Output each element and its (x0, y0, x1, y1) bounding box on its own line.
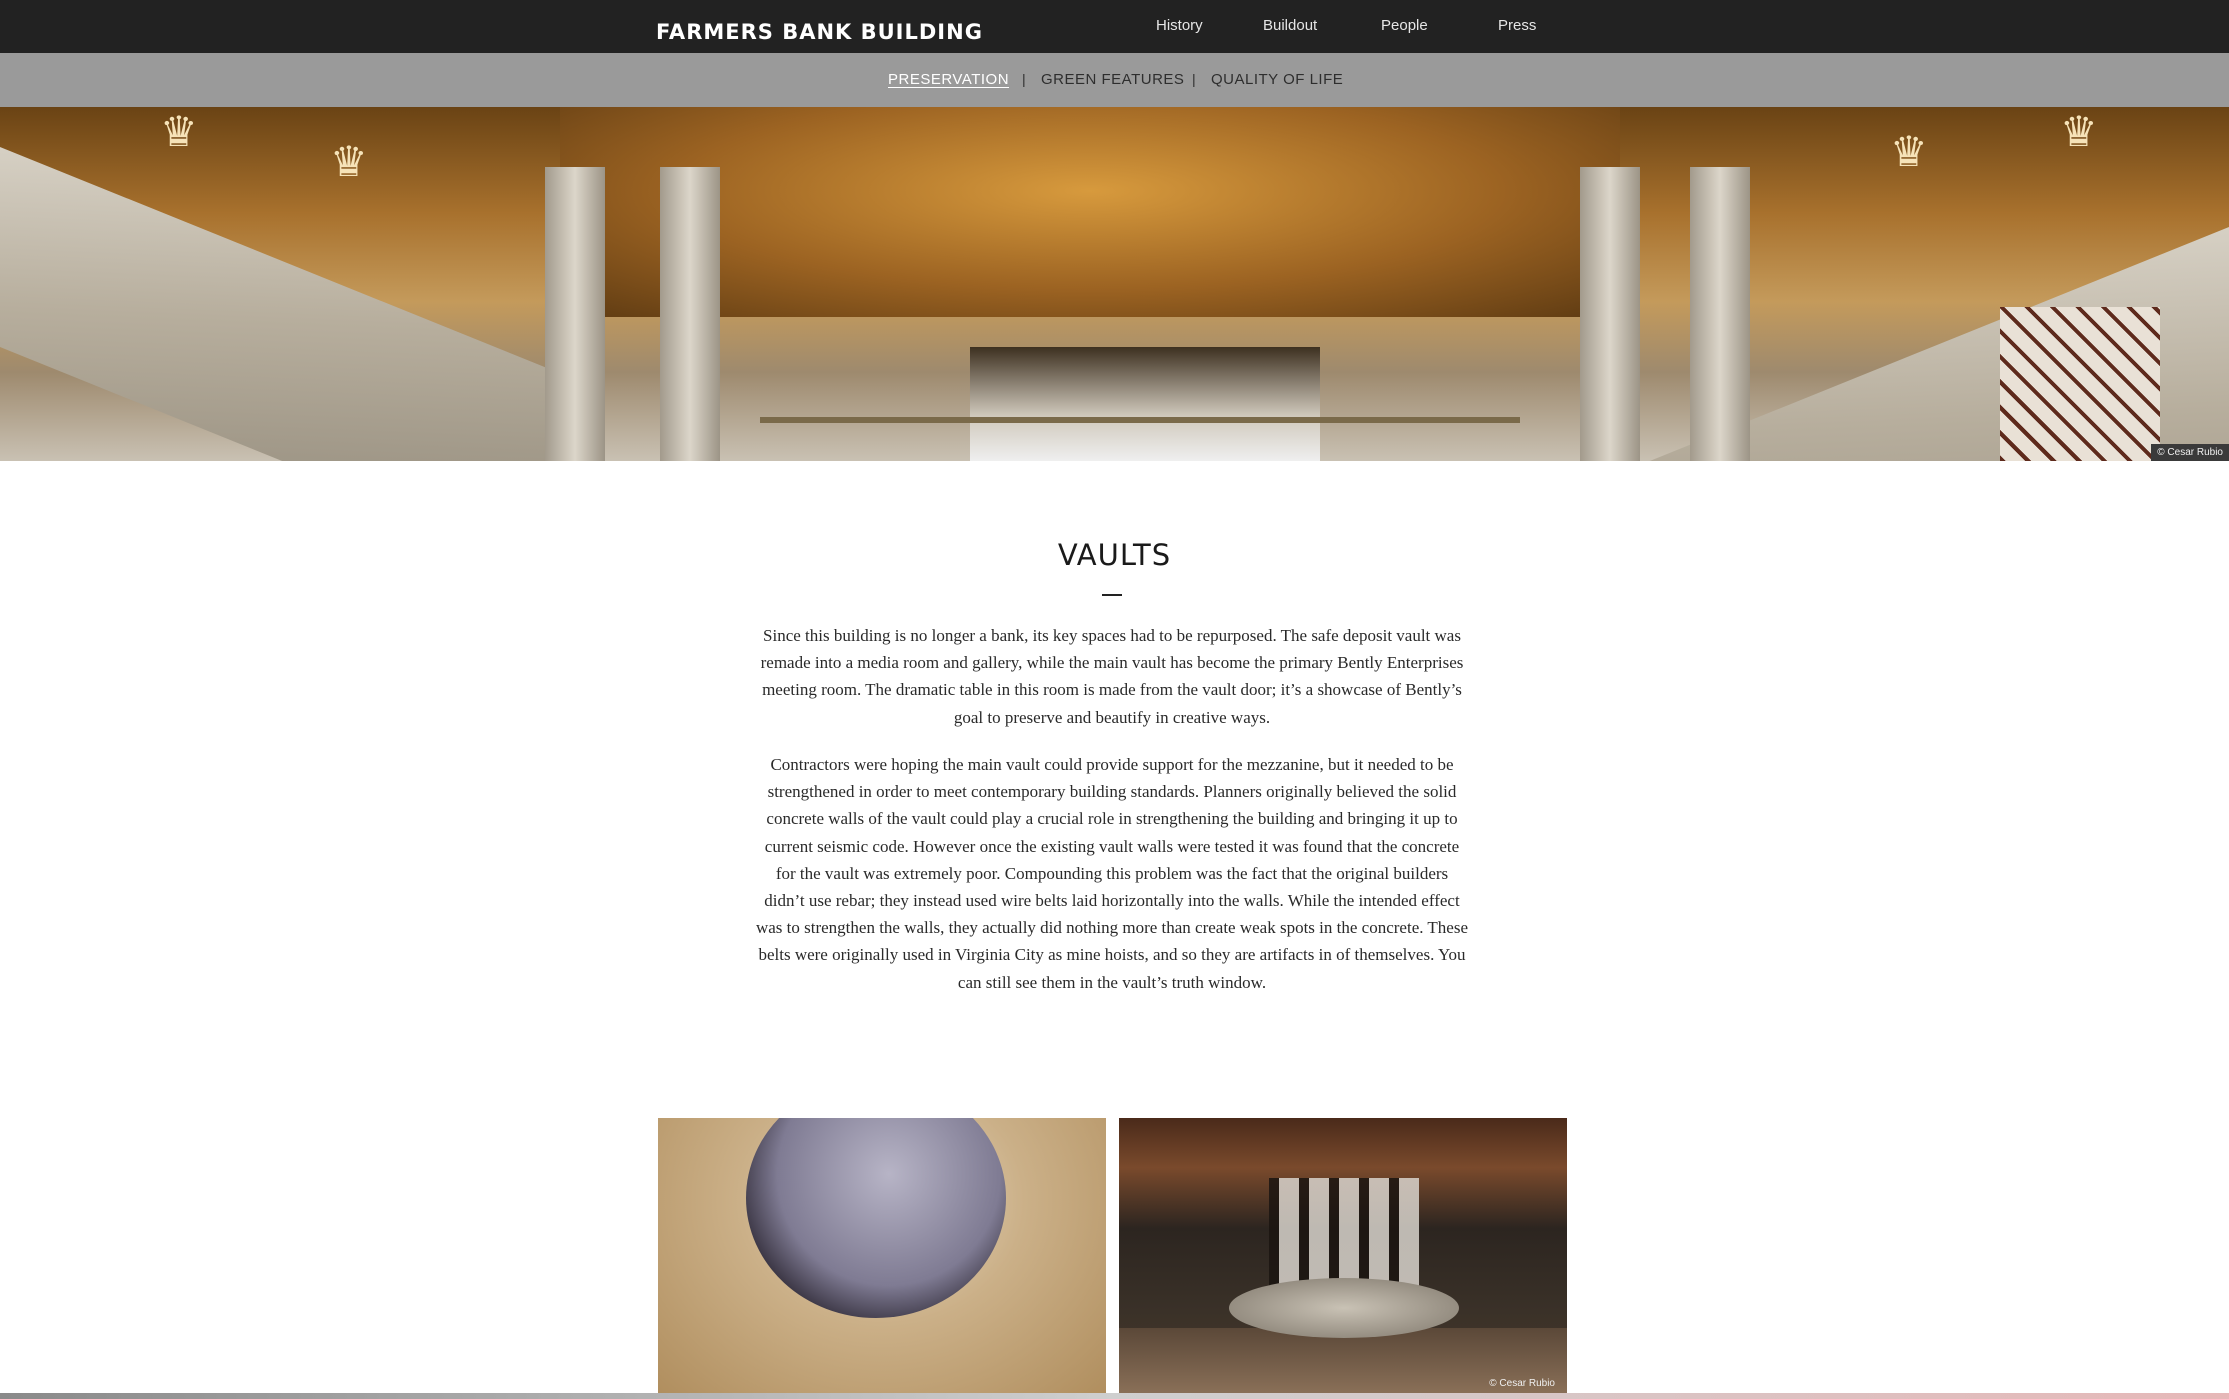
meeting-room-vault-door (1269, 1178, 1419, 1288)
chandelier-icon: ♛ (160, 108, 198, 155)
subnav-separator: | (1022, 71, 1026, 87)
nav-link-people[interactable]: People (1381, 0, 1428, 53)
top-navigation-bar: FARMERS BANK BUILDING History Buildout P… (0, 0, 2229, 53)
subnav-quality-of-life[interactable]: QUALITY OF LIFE (1211, 53, 1343, 107)
hero-mezzanine-view (970, 347, 1320, 461)
hero-railing (760, 417, 1520, 423)
hero-left-wall (0, 147, 560, 461)
subnav-preservation[interactable]: PRESERVATION (888, 53, 1009, 107)
subnav-separator: | (1192, 71, 1196, 87)
vault-meeting-room-photo: © Cesar Rubio (1119, 1118, 1567, 1394)
site-logo-text[interactable]: FARMERS BANK BUILDING (656, 0, 983, 53)
nav-link-press[interactable]: Press (1498, 0, 1536, 53)
section-title: VAULTS (1057, 538, 1172, 572)
truth-window-ring (746, 1118, 1006, 1318)
hero-lattice-window (2000, 307, 2160, 461)
sub-navigation-bar: PRESERVATION | GREEN FEATURES | QUALITY … (0, 53, 2229, 107)
title-divider (1102, 594, 1122, 596)
hero-column (545, 167, 605, 461)
gallery-photo-credit: © Cesar Rubio (1489, 1378, 1555, 1389)
body-paragraph-2: Contractors were hoping the main vault c… (755, 755, 1469, 992)
chandelier-icon: ♛ (330, 138, 368, 185)
nav-link-buildout[interactable]: Buildout (1263, 0, 1317, 53)
meeting-room-table (1229, 1278, 1459, 1338)
chandelier-icon: ♛ (1890, 128, 1928, 175)
subnav-green-features[interactable]: GREEN FEATURES (1041, 53, 1184, 107)
page-bottom-strip (0, 1393, 2229, 1399)
hero-lobby-image: ♛ ♛ ♛ ♛ © Cesar Rubio (0, 107, 2229, 461)
chandelier-icon: ♛ (2060, 108, 2098, 155)
hero-column (1690, 167, 1750, 461)
vault-truth-window-photo (658, 1118, 1106, 1394)
nav-link-history[interactable]: History (1156, 0, 1203, 53)
hero-photo-credit: © Cesar Rubio (2151, 444, 2229, 461)
hero-column (660, 167, 720, 461)
body-paragraph-1: Since this building is no longer a bank,… (760, 626, 1464, 727)
hero-column (1580, 167, 1640, 461)
